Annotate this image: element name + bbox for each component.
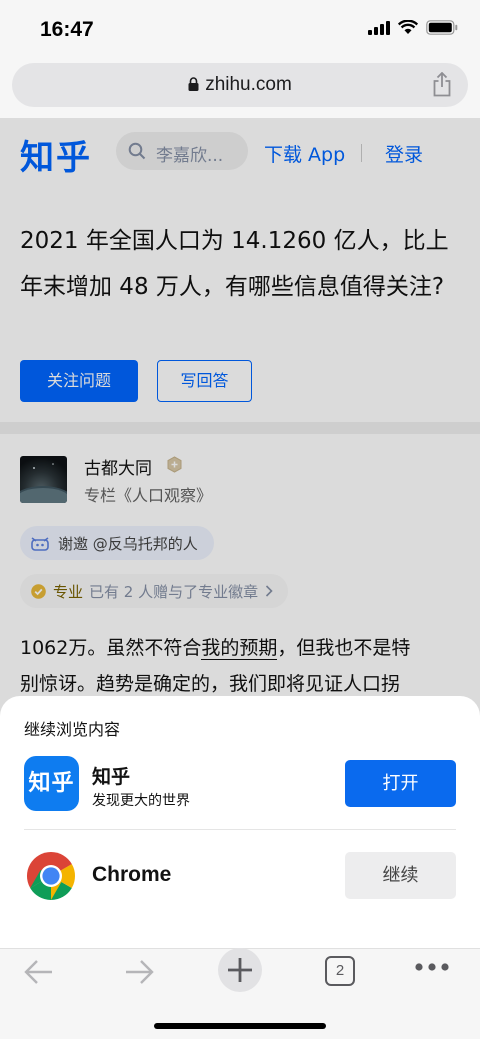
sheet-title: 继续浏览内容: [24, 720, 121, 739]
address-bar[interactable]: zhihu.com: [12, 63, 468, 107]
sheet-divider: [24, 829, 456, 830]
zhihu-app-icon: 知乎: [24, 756, 79, 811]
open-in-app-sheet: 继续浏览内容 知乎 知乎 发现更大的世界 打开 Chrome 继续: [0, 696, 480, 948]
zhihu-app-subtitle: 发现更大的世界: [92, 793, 190, 809]
status-time: 16:47: [40, 18, 94, 41]
zhihu-app-name: 知乎: [92, 766, 131, 788]
back-arrow-icon[interactable]: [22, 957, 56, 987]
share-icon[interactable]: [432, 72, 452, 97]
forward-arrow-icon[interactable]: [122, 957, 156, 987]
status-bar: 16:47: [0, 0, 480, 58]
chrome-app-name: Chrome: [92, 863, 172, 886]
browser-toolbar: 2: [0, 948, 480, 1039]
new-tab-plus-icon[interactable]: [217, 947, 263, 993]
wifi-icon: [398, 20, 418, 34]
continue-in-chrome-button[interactable]: 继续: [345, 852, 456, 899]
status-icons: [368, 20, 458, 35]
url-display: zhihu.com: [12, 74, 468, 96]
more-options-icon[interactable]: [415, 962, 449, 972]
chrome-icon: [26, 852, 76, 900]
lock-icon: [188, 77, 199, 91]
tab-count-button[interactable]: 2: [325, 956, 355, 986]
battery-icon: [426, 20, 458, 35]
browser-url-area: zhihu.com: [0, 58, 480, 118]
home-indicator[interactable]: [154, 1023, 326, 1029]
open-app-button[interactable]: 打开: [345, 760, 456, 807]
url-text: zhihu.com: [205, 74, 292, 95]
cellular-signal-icon: [368, 20, 390, 35]
